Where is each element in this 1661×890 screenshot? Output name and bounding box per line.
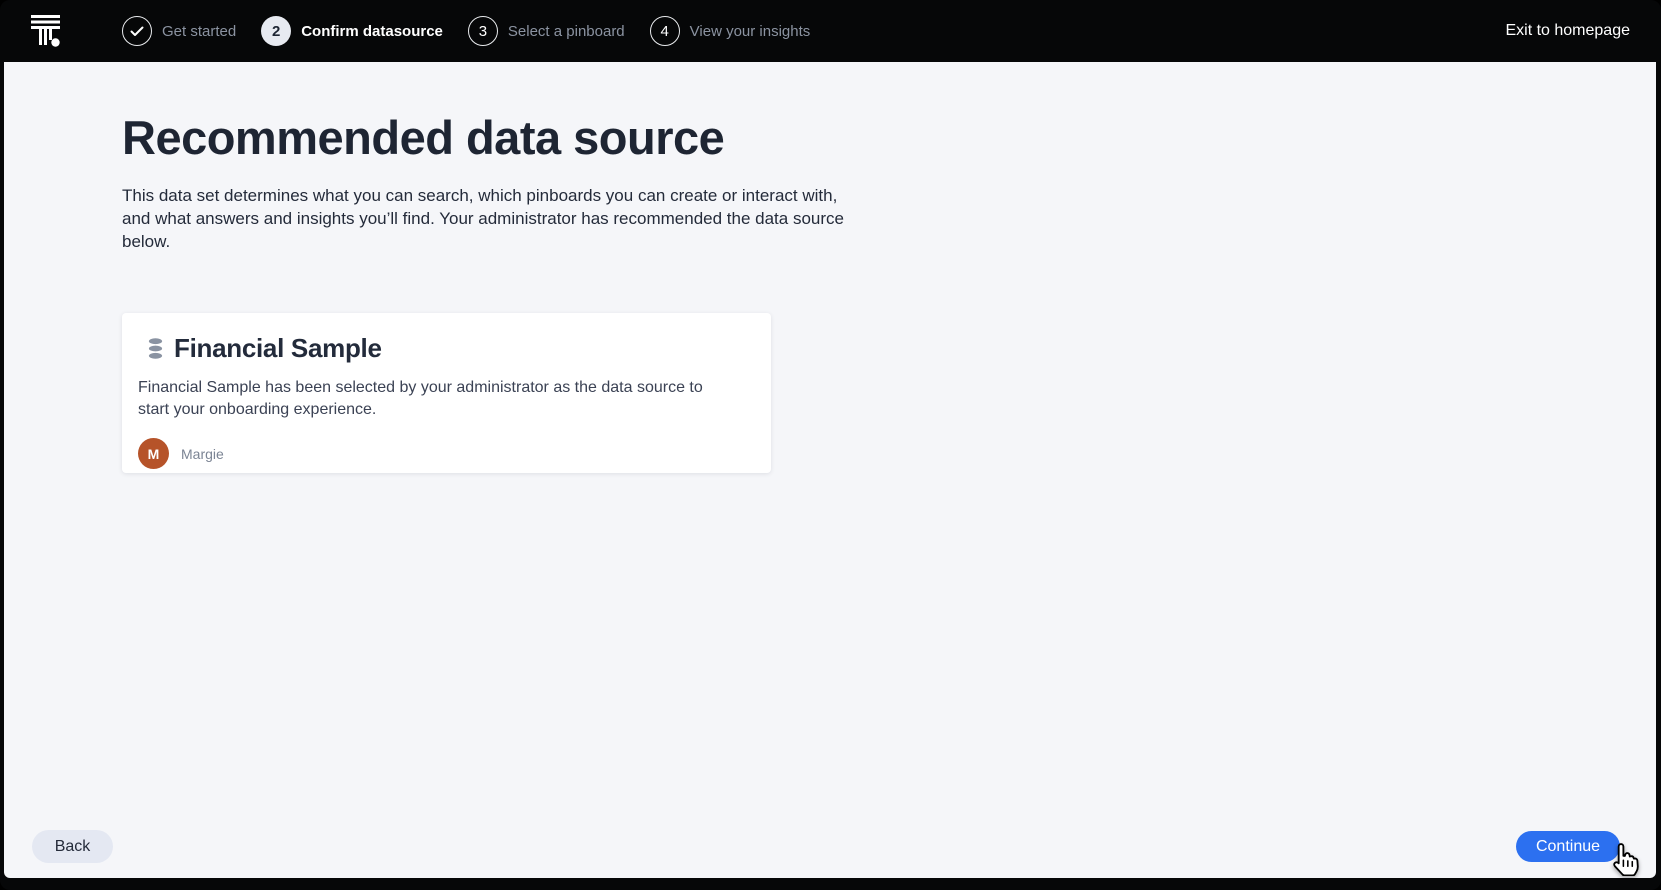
step-number: 3 bbox=[468, 16, 498, 46]
page-title: Recommended data source bbox=[122, 112, 724, 164]
step-get-started[interactable]: Get started bbox=[122, 16, 236, 46]
thoughtspot-logo-icon[interactable] bbox=[29, 12, 63, 50]
step-label: Confirm datasource bbox=[301, 23, 443, 40]
owner-name: Margie bbox=[181, 446, 224, 462]
continue-button[interactable]: Continue bbox=[1516, 831, 1620, 862]
page-description: This data set determines what you can se… bbox=[122, 184, 864, 253]
avatar: M bbox=[138, 438, 169, 469]
card-title-row: Financial Sample bbox=[148, 333, 747, 364]
step-confirm-datasource[interactable]: 2 Confirm datasource bbox=[261, 16, 443, 46]
datasource-name: Financial Sample bbox=[174, 333, 382, 364]
step-select-pinboard[interactable]: 3 Select a pinboard bbox=[468, 16, 625, 46]
owner-row: M Margie bbox=[138, 438, 747, 469]
step-view-insights[interactable]: 4 View your insights bbox=[650, 16, 811, 46]
step-number: 4 bbox=[650, 16, 680, 46]
step-label: Select a pinboard bbox=[508, 23, 625, 40]
check-icon bbox=[122, 16, 152, 46]
back-button[interactable]: Back bbox=[32, 830, 113, 863]
database-icon bbox=[148, 338, 163, 359]
datasource-card[interactable]: Financial Sample Financial Sample has be… bbox=[122, 313, 771, 473]
onboarding-stepper: Get started 2 Confirm datasource 3 Selec… bbox=[122, 16, 810, 46]
step-label: View your insights bbox=[690, 23, 811, 40]
step-label: Get started bbox=[162, 23, 236, 40]
step-number: 2 bbox=[261, 16, 291, 46]
exit-to-homepage-link[interactable]: Exit to homepage bbox=[1505, 22, 1630, 40]
topbar: Get started 2 Confirm datasource 3 Selec… bbox=[0, 0, 1661, 62]
main-content: Recommended data source This data set de… bbox=[4, 62, 1656, 878]
datasource-description: Financial Sample has been selected by yo… bbox=[138, 377, 716, 421]
onboarding-screen: Get started 2 Confirm datasource 3 Selec… bbox=[0, 0, 1661, 890]
